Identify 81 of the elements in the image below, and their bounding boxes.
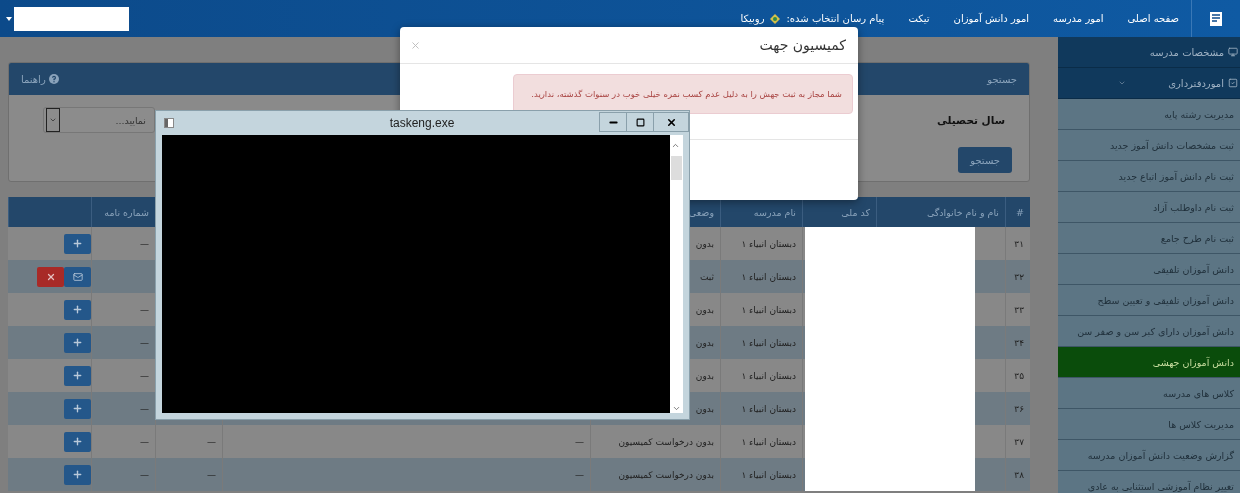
- field-label: سال تحصیلی: [936, 114, 1006, 126]
- add-button[interactable]: [64, 365, 91, 386]
- sidebar-section-label: اموردفترداری: [1168, 77, 1224, 89]
- caret-icon: [49, 116, 57, 124]
- panel-title: جستجو: [987, 73, 1017, 85]
- sidebar-section[interactable]: اموردفترداری: [1058, 68, 1240, 99]
- table-cell: —: [207, 436, 216, 447]
- sidebar-item[interactable]: گزارش وضعیت دانش آموزان مدرسه: [1058, 440, 1240, 471]
- sidebar-item[interactable]: کلاس های مدرسه: [1058, 378, 1240, 409]
- sidebar-item[interactable]: دانش آموزان تلفیقی و تعیین سطح: [1058, 285, 1240, 316]
- add-button[interactable]: [64, 464, 91, 485]
- scroll-thumb[interactable]: [671, 156, 682, 180]
- add-button[interactable]: [64, 299, 91, 320]
- add-button[interactable]: [64, 233, 91, 254]
- sidebar-section-label: مشخصات مدرسه: [1149, 46, 1224, 58]
- messenger-name[interactable]: روبیکا: [740, 13, 765, 24]
- maximize-icon: [635, 117, 645, 127]
- minimize-button[interactable]: [599, 112, 627, 132]
- caret-icon[interactable]: [6, 16, 12, 21]
- scrollbar[interactable]: [670, 135, 683, 413]
- logo-icon[interactable]: [1209, 10, 1223, 27]
- help-icon: [48, 74, 59, 84]
- table-cell: —: [207, 469, 216, 480]
- table-cell: —: [140, 370, 149, 381]
- help-link[interactable]: راهنما: [21, 73, 59, 85]
- add-button[interactable]: [64, 332, 91, 353]
- error-alert: شما مجاز به ثبت جهش را به دلیل عدم کسب نمره خیلی خوب در سنوات گذشته، ندارید.: [513, 74, 853, 114]
- plus-icon: [72, 436, 83, 447]
- sidebar-item[interactable]: دانش آموزان جهشی: [1058, 347, 1240, 378]
- plus-icon: [72, 370, 83, 381]
- sidebar-item[interactable]: دانش آموزان دارای کبر سن و صفر سن: [1058, 316, 1240, 347]
- table-cell: —: [140, 337, 149, 348]
- sidebar-item[interactable]: ثبت نام طرح جامع: [1058, 223, 1240, 254]
- add-button[interactable]: [64, 398, 91, 419]
- sidebar-item[interactable]: تغییر نظام آموزشی استثنایی به عادی: [1058, 471, 1240, 493]
- checkbox-icon: [1228, 78, 1238, 88]
- search-button[interactable]: جستجو: [958, 147, 1012, 173]
- messenger-icon: [770, 13, 781, 24]
- sidebar-item[interactable]: مدیریت رشته پایه: [1058, 99, 1240, 130]
- sidebar-item[interactable]: ثبت مشخصات دانش آموز جدید: [1058, 130, 1240, 161]
- table-cell: —: [140, 304, 149, 315]
- table-cell: —: [140, 403, 149, 414]
- scroll-down-icon[interactable]: [672, 404, 681, 413]
- table-cell: —: [140, 436, 149, 447]
- window-title: taskeng.exe: [388, 116, 456, 130]
- monitor-icon: [1228, 47, 1238, 57]
- close-button[interactable]: [653, 112, 689, 132]
- caret-icon: [1118, 79, 1126, 87]
- table-cell: —: [140, 238, 149, 249]
- nav-link[interactable]: تیکت: [896, 13, 942, 24]
- plus-icon: [72, 469, 83, 480]
- plus-icon: [72, 304, 83, 315]
- add-button[interactable]: [64, 431, 91, 452]
- table-cell: بدون درخواست کمیسیون: [590, 458, 720, 491]
- sidebar-item[interactable]: ثبت نام دانش آموز اتباع جدید: [1058, 161, 1240, 192]
- sidebar-item[interactable]: دانش آموزان تلفیقی: [1058, 254, 1240, 285]
- window-icon: [164, 118, 174, 128]
- envelope-icon: [72, 271, 83, 282]
- year-select[interactable]: نمایید...: [43, 107, 155, 133]
- sidebar-item[interactable]: مدیریت کلاس ها: [1058, 409, 1240, 440]
- mail-button[interactable]: [64, 266, 91, 287]
- scroll-up-icon[interactable]: [671, 141, 680, 150]
- modal-title: کمیسیون جهت: [759, 37, 846, 53]
- delete-button[interactable]: [37, 266, 64, 287]
- table-cell: دبستان انبیاء ۱: [720, 458, 802, 491]
- nav-link[interactable]: امور دانش آموزان: [941, 13, 1042, 24]
- plus-icon: [72, 337, 83, 348]
- nav-link[interactable]: امور مدرسه: [1041, 13, 1116, 24]
- plus-icon: [72, 403, 83, 414]
- table-cell: —: [140, 469, 149, 480]
- sidebar-item[interactable]: ثبت نام داوطلب آزاد: [1058, 192, 1240, 223]
- table-cell: —: [575, 436, 584, 447]
- maximize-button[interactable]: [626, 112, 654, 132]
- messenger-label: پیام رسان انتخاب شده:: [786, 13, 885, 24]
- table-cell: ۳۸: [1005, 458, 1030, 491]
- plus-icon: [72, 238, 83, 249]
- close-icon: [665, 116, 677, 128]
- table-cell: —: [575, 469, 584, 480]
- sidebar-section[interactable]: مشخصات مدرسه: [1058, 37, 1240, 68]
- close-icon: [45, 271, 56, 282]
- nav-link[interactable]: صفحه اصلی: [1115, 13, 1191, 24]
